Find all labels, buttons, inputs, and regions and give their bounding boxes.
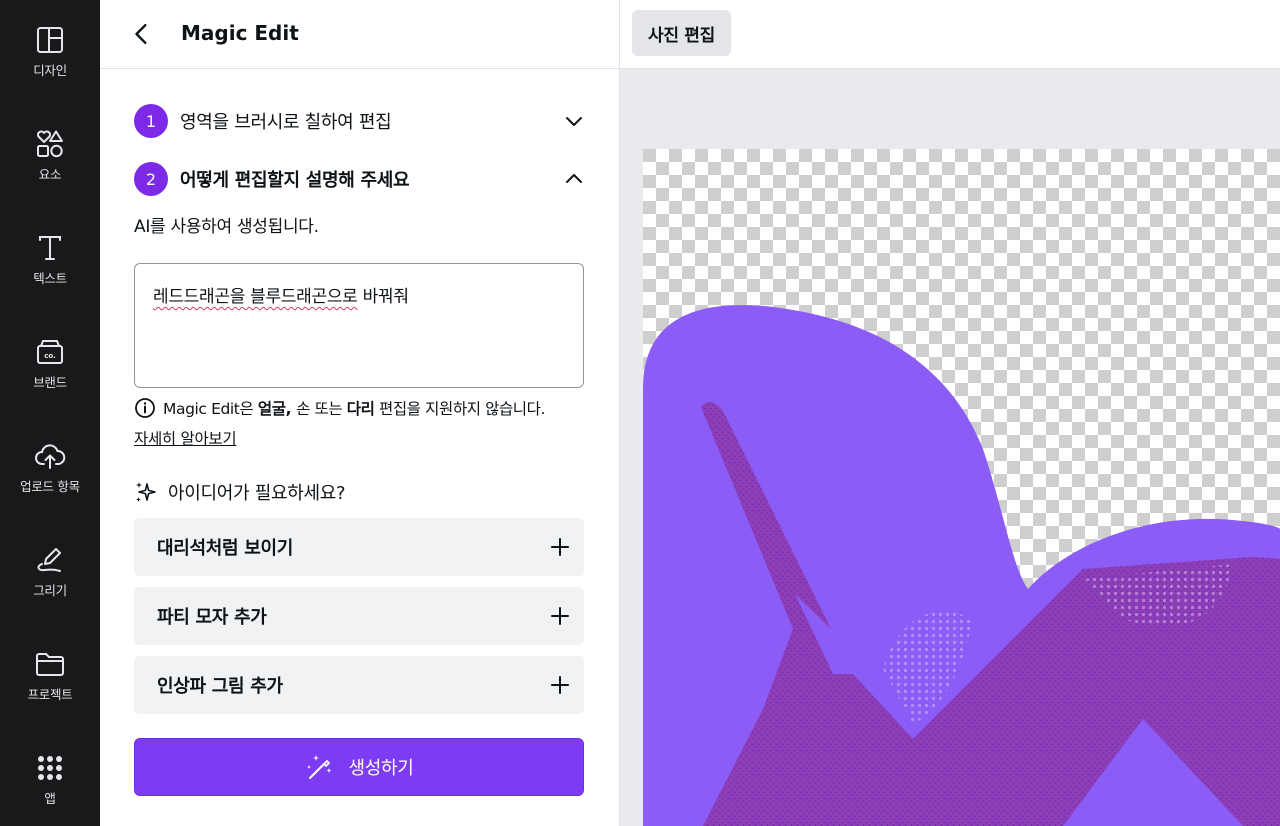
chevron-left-icon: [135, 23, 147, 45]
svg-text:co.: co.: [44, 352, 56, 360]
chevron-down-icon: [566, 117, 582, 126]
rail-label: 디자인: [33, 63, 67, 78]
rail-label: 프로젝트: [27, 687, 73, 702]
ideas-label: 아이디어가 필요하세요?: [168, 483, 346, 504]
step-label: 어떻게 편집할지 설명해 주세요: [180, 170, 410, 191]
text-icon: [39, 236, 61, 260]
chevron-up-icon: [566, 174, 582, 183]
panel-title: Magic Edit: [181, 21, 299, 45]
canvas-topbar: 사진 편집: [619, 0, 1280, 69]
info-text-comma: ,: [285, 400, 297, 418]
rail-item-text[interactable]: 텍스트: [0, 232, 100, 287]
rail-item-draw[interactable]: 그리기: [0, 544, 100, 599]
learn-more-link[interactable]: 자세히 알아보기: [134, 427, 237, 449]
brand-icon: co.: [37, 340, 63, 364]
sparkle-icon: [136, 482, 156, 502]
magic-edit-panel: Magic Edit 1 영역을 브러시로 칠하여 편집 2 어떻게 편집할지 …: [100, 0, 619, 826]
elements-icon: [37, 130, 63, 158]
info-text-prefix: Magic Edit은: [163, 400, 258, 418]
suggestion-label: 파티 모자 추가: [157, 607, 267, 628]
ideas-heading: 아이디어가 필요하세요?: [134, 479, 346, 505]
generate-label: 생성하기: [348, 758, 414, 779]
rail-item-projects[interactable]: 프로젝트: [0, 648, 100, 703]
info-text-suffix: 편집을 지원하지 않습니다.: [374, 400, 546, 418]
magic-wand-icon: [307, 755, 332, 779]
rail-item-brand[interactable]: co. 브랜드: [0, 336, 100, 391]
left-rail: 디자인 요소 텍스트 co. 브랜드 업로드 항목 그리기 프로젝트 앱: [0, 0, 100, 826]
plus-icon: [551, 538, 569, 556]
generate-button[interactable]: 생성하기: [134, 738, 584, 796]
draw-icon: [37, 548, 61, 572]
suggestion-impressionist[interactable]: 인상파 그림 추가: [134, 656, 584, 714]
layout-icon: [37, 27, 63, 53]
info-text-legs: 다리: [346, 400, 375, 418]
rail-label: 브랜드: [33, 375, 67, 390]
info-icon: [135, 398, 155, 418]
prompt-textarea[interactable]: 레드드래곤을 블루드래곤으로 바꿔줘: [134, 263, 584, 388]
rail-label: 요소: [38, 167, 62, 182]
info-text-face: 얼굴: [257, 400, 286, 418]
rail-label: 텍스트: [33, 271, 67, 286]
prompt-text-rest: 바꿔줘: [357, 287, 409, 307]
suggestion-marble[interactable]: 대리석처럼 보이기: [134, 518, 584, 576]
plus-icon: [551, 607, 569, 625]
edit-photo-tab[interactable]: 사진 편집: [632, 10, 731, 56]
step-number-badge: 1: [134, 104, 168, 138]
rail-item-uploads[interactable]: 업로드 항목: [0, 440, 100, 495]
rail-item-apps[interactable]: 앱: [0, 752, 100, 807]
rail-label: 업로드 항목: [20, 479, 80, 494]
step-brush-area[interactable]: 1 영역을 브러시로 칠하여 편집: [134, 103, 584, 139]
dragon-image-canvas: [643, 149, 1280, 826]
edited-image[interactable]: [643, 149, 1280, 826]
back-button[interactable]: [128, 18, 156, 50]
rail-label: 앱: [44, 791, 56, 806]
prompt-text-misspelled: 레드드래곤을 블루드래곤으로: [153, 287, 358, 307]
folder-icon: [36, 653, 64, 676]
suggestion-label: 인상파 그림 추가: [157, 676, 283, 697]
suggestion-party-hat[interactable]: 파티 모자 추가: [134, 587, 584, 645]
rail-item-elements[interactable]: 요소: [0, 128, 100, 183]
apps-grid-icon: [38, 756, 62, 780]
rail-item-design[interactable]: 디자인: [0, 24, 100, 79]
plus-icon: [551, 676, 569, 694]
panel-header: Magic Edit: [100, 0, 619, 69]
rail-label: 그리기: [33, 583, 67, 598]
step-number-badge: 2: [134, 162, 168, 196]
info-notice: Magic Edit은 얼굴, 손 또는 다리 편집을 지원하지 않습니다.: [134, 397, 594, 419]
step-describe-edit[interactable]: 2 어떻게 편집할지 설명해 주세요: [134, 161, 584, 197]
upload-cloud-icon: [35, 444, 66, 469]
step-label: 영역을 브러시로 칠하여 편집: [180, 112, 392, 133]
info-text-mid: 손 또는: [296, 400, 347, 418]
ai-generated-note: AI를 사용하여 생성됩니다.: [134, 217, 319, 237]
suggestion-label: 대리석처럼 보이기: [157, 538, 294, 559]
